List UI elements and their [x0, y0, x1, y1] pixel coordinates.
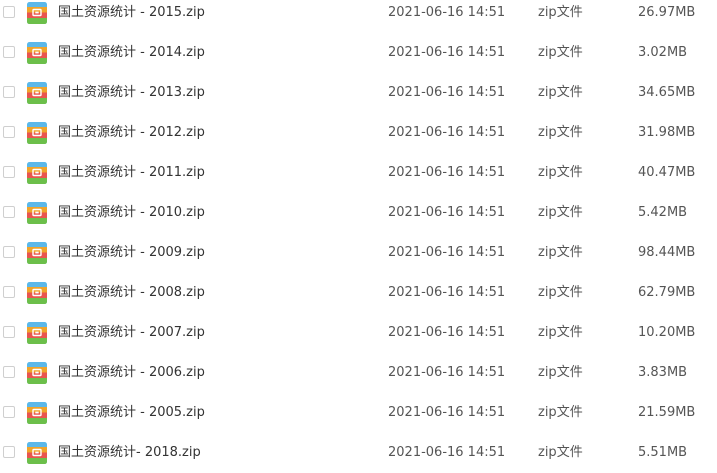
file-modified-date: 2021-06-16 14:51 [388, 165, 506, 180]
file-modified-date: 2021-06-16 14:51 [388, 405, 506, 420]
row-checkbox[interactable] [3, 46, 15, 58]
row-checkbox[interactable] [3, 126, 15, 138]
zip-archive-icon [27, 202, 47, 224]
row-checkbox[interactable] [3, 446, 15, 458]
file-row[interactable]: 国土资源统计- 2018.zip 2021-06-16 14:51 zip文件 5.5… [0, 433, 717, 473]
file-name[interactable]: 国土资源统计 - 2012.zip [58, 125, 205, 141]
file-modified-date: 2021-06-16 14:51 [388, 205, 506, 220]
file-type: zip文件 [538, 125, 583, 140]
file-name[interactable]: 国土资源统计 - 2013.zip [58, 85, 205, 101]
file-type: zip文件 [538, 5, 583, 20]
row-checkbox[interactable] [3, 286, 15, 298]
file-row[interactable]: 国土资源统计 - 2012.zip 2021-06-16 14:51 zip文件 31… [0, 113, 717, 153]
file-name[interactable]: 国土资源统计 - 2005.zip [58, 405, 205, 421]
row-checkbox[interactable] [3, 406, 15, 418]
file-type: zip文件 [538, 365, 583, 380]
file-modified-date: 2021-06-16 14:51 [388, 125, 506, 140]
file-modified-date: 2021-06-16 14:51 [388, 45, 506, 60]
file-size: 26.97MB [638, 5, 696, 20]
file-name[interactable]: 国土资源统计 - 2011.zip [58, 165, 205, 181]
file-row[interactable]: 国土资源统计 - 2009.zip 2021-06-16 14:51 zip文件 98… [0, 233, 717, 273]
file-type: zip文件 [538, 245, 583, 260]
file-list: 国土资源统计 - 2015.zip 2021-06-16 14:51 zip文件 26… [0, 0, 717, 473]
file-size: 3.02MB [638, 45, 688, 60]
row-checkbox[interactable] [3, 166, 15, 178]
file-modified-date: 2021-06-16 14:51 [388, 285, 506, 300]
file-type: zip文件 [538, 405, 583, 420]
file-name[interactable]: 国土资源统计 - 2010.zip [58, 205, 205, 221]
file-row[interactable]: 国土资源统计 - 2006.zip 2021-06-16 14:51 zip文件 3.… [0, 353, 717, 393]
file-modified-date: 2021-06-16 14:51 [388, 445, 506, 460]
zip-archive-icon [27, 2, 47, 24]
file-row[interactable]: 国土资源统计 - 2015.zip 2021-06-16 14:51 zip文件 26… [0, 0, 717, 33]
row-checkbox[interactable] [3, 246, 15, 258]
file-row[interactable]: 国土资源统计 - 2007.zip 2021-06-16 14:51 zip文件 10… [0, 313, 717, 353]
file-name[interactable]: 国土资源统计 - 2007.zip [58, 325, 205, 341]
file-size: 21.59MB [638, 405, 696, 420]
row-checkbox[interactable] [3, 86, 15, 98]
file-size: 40.47MB [638, 165, 696, 180]
file-name[interactable]: 国土资源统计- 2018.zip [58, 445, 201, 461]
file-row[interactable]: 国土资源统计 - 2008.zip 2021-06-16 14:51 zip文件 62… [0, 273, 717, 313]
zip-archive-icon [27, 42, 47, 64]
row-checkbox[interactable] [3, 206, 15, 218]
zip-archive-icon [27, 82, 47, 104]
file-row[interactable]: 国土资源统计 - 2013.zip 2021-06-16 14:51 zip文件 34… [0, 73, 717, 113]
zip-archive-icon [27, 242, 47, 264]
file-name[interactable]: 国土资源统计 - 2006.zip [58, 365, 205, 381]
file-type: zip文件 [538, 285, 583, 300]
file-name[interactable]: 国土资源统计 - 2008.zip [58, 285, 205, 301]
file-row[interactable]: 国土资源统计 - 2014.zip 2021-06-16 14:51 zip文件 3.… [0, 33, 717, 73]
file-size: 98.44MB [638, 245, 696, 260]
file-row[interactable]: 国土资源统计 - 2010.zip 2021-06-16 14:51 zip文件 5.… [0, 193, 717, 233]
row-checkbox[interactable] [3, 366, 15, 378]
file-modified-date: 2021-06-16 14:51 [388, 365, 506, 380]
file-modified-date: 2021-06-16 14:51 [388, 85, 506, 100]
file-size: 34.65MB [638, 85, 696, 100]
file-modified-date: 2021-06-16 14:51 [388, 325, 506, 340]
zip-archive-icon [27, 362, 47, 384]
zip-archive-icon [27, 122, 47, 144]
file-type: zip文件 [538, 85, 583, 100]
file-type: zip文件 [538, 165, 583, 180]
file-type: zip文件 [538, 205, 583, 220]
file-modified-date: 2021-06-16 14:51 [388, 245, 506, 260]
file-name[interactable]: 国土资源统计 - 2015.zip [58, 5, 205, 21]
file-type: zip文件 [538, 325, 583, 340]
row-checkbox[interactable] [3, 6, 15, 18]
file-row[interactable]: 国土资源统计 - 2011.zip 2021-06-16 14:51 zip文件 40… [0, 153, 717, 193]
zip-archive-icon [27, 282, 47, 304]
file-modified-date: 2021-06-16 14:51 [388, 5, 506, 20]
zip-archive-icon [27, 402, 47, 424]
file-size: 3.83MB [638, 365, 688, 380]
file-type: zip文件 [538, 445, 583, 460]
zip-archive-icon [27, 162, 47, 184]
file-size: 31.98MB [638, 125, 696, 140]
file-row[interactable]: 国土资源统计 - 2005.zip 2021-06-16 14:51 zip文件 21… [0, 393, 717, 433]
file-size: 5.42MB [638, 205, 688, 220]
file-size: 5.51MB [638, 445, 688, 460]
zip-archive-icon [27, 442, 47, 464]
file-name[interactable]: 国土资源统计 - 2009.zip [58, 245, 205, 261]
file-size: 62.79MB [638, 285, 696, 300]
file-name[interactable]: 国土资源统计 - 2014.zip [58, 45, 205, 61]
file-type: zip文件 [538, 45, 583, 60]
zip-archive-icon [27, 322, 47, 344]
row-checkbox[interactable] [3, 326, 15, 338]
file-size: 10.20MB [638, 325, 696, 340]
